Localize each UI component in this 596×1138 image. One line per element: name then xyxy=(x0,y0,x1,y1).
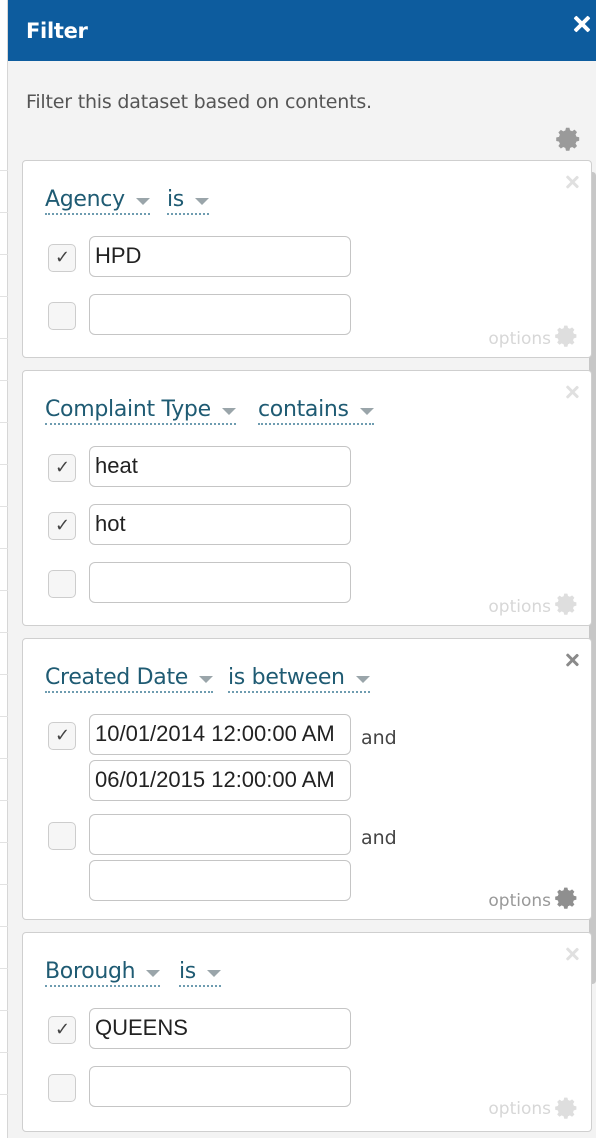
value-checkbox[interactable] xyxy=(48,302,76,330)
column-dropdown[interactable]: Created Date xyxy=(45,665,214,693)
options-link[interactable]: options xyxy=(488,597,551,617)
filter-panel: Filter Filter this dataset based on cont… xyxy=(8,0,596,1138)
column-dropdown[interactable]: Complaint Type xyxy=(45,397,236,425)
background-app-sliver xyxy=(0,0,8,1138)
close-icon[interactable] xyxy=(565,175,579,189)
value-checkbox[interactable]: ✓ xyxy=(48,454,76,482)
caret-down-icon xyxy=(221,407,236,415)
value-checkbox[interactable]: ✓ xyxy=(48,722,76,750)
date-to-input[interactable] xyxy=(89,860,351,901)
caret-down-icon xyxy=(206,969,221,977)
gear-icon[interactable] xyxy=(555,592,579,616)
page: Filter Filter this dataset based on cont… xyxy=(0,0,596,1138)
gear-icon[interactable] xyxy=(555,1096,579,1120)
value-input[interactable] xyxy=(89,562,351,603)
value-checkbox[interactable]: ✓ xyxy=(48,512,76,540)
close-icon[interactable] xyxy=(565,947,579,961)
filter-card-complaint-type: Complaint Type contains ✓ heat ✓ hot opt… xyxy=(22,370,592,626)
checkmark-icon: ✓ xyxy=(55,457,71,478)
checkmark-icon: ✓ xyxy=(55,1019,71,1040)
value-input[interactable]: hot xyxy=(89,504,351,545)
close-icon[interactable] xyxy=(565,385,579,399)
date-to-input[interactable]: 06/01/2015 12:00:00 AM xyxy=(89,760,351,801)
column-dropdown[interactable]: Agency xyxy=(45,187,150,215)
gear-icon[interactable] xyxy=(555,324,579,348)
panel-title: Filter xyxy=(26,19,88,43)
options-link[interactable]: options xyxy=(488,1099,551,1119)
filter-card-borough: Borough is ✓ QUEENS options xyxy=(22,932,592,1132)
value-input[interactable]: heat xyxy=(89,446,351,487)
filter-card-created-date: Created Date is between ✓ 10/01/2014 12:… xyxy=(22,638,592,920)
caret-down-icon xyxy=(199,675,214,683)
value-checkbox[interactable] xyxy=(48,570,76,598)
date-from-input[interactable] xyxy=(89,814,351,855)
value-input[interactable] xyxy=(89,1066,351,1107)
operator-dropdown[interactable]: is xyxy=(167,187,209,215)
and-label: and xyxy=(361,827,397,849)
operator-dropdown[interactable]: contains xyxy=(258,397,374,425)
caret-down-icon xyxy=(194,197,209,205)
operator-dropdown[interactable]: is xyxy=(179,959,221,987)
checkmark-icon: ✓ xyxy=(55,515,71,536)
gear-icon[interactable] xyxy=(555,886,579,910)
checkmark-icon: ✓ xyxy=(55,247,71,268)
caret-down-icon xyxy=(355,675,370,683)
value-input[interactable]: QUEENS xyxy=(89,1008,351,1049)
panel-description: Filter this dataset based on contents. xyxy=(26,91,372,113)
value-checkbox[interactable]: ✓ xyxy=(48,244,76,272)
gear-icon[interactable] xyxy=(556,126,582,152)
and-label: and xyxy=(361,727,397,749)
panel-header: Filter xyxy=(8,0,596,61)
date-from-input[interactable]: 10/01/2014 12:00:00 AM xyxy=(89,714,351,755)
operator-dropdown[interactable]: is between xyxy=(228,665,370,693)
options-link[interactable]: options xyxy=(488,329,551,349)
filter-card-agency: Agency is ✓ HPD options xyxy=(22,160,592,358)
value-checkbox[interactable] xyxy=(48,1074,76,1102)
value-checkbox[interactable] xyxy=(48,822,76,850)
value-input[interactable] xyxy=(89,294,351,335)
options-link[interactable]: options xyxy=(488,891,551,911)
close-icon[interactable] xyxy=(571,14,593,36)
caret-down-icon xyxy=(359,407,374,415)
checkmark-icon: ✓ xyxy=(55,725,71,746)
value-checkbox[interactable]: ✓ xyxy=(48,1016,76,1044)
close-icon[interactable] xyxy=(565,653,579,667)
column-dropdown[interactable]: Borough xyxy=(45,959,161,987)
value-input[interactable]: HPD xyxy=(89,236,351,277)
caret-down-icon xyxy=(135,197,150,205)
caret-down-icon xyxy=(146,969,161,977)
